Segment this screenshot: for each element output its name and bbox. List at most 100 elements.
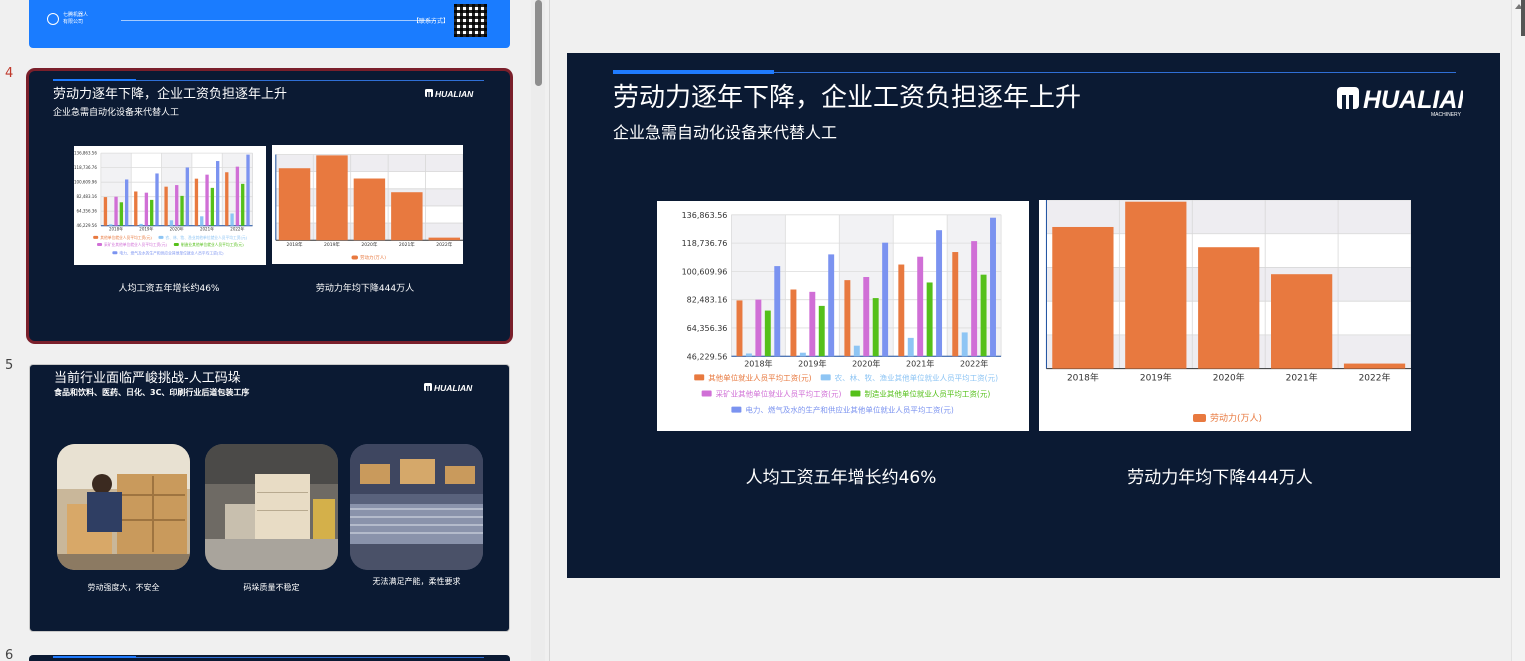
y-tick-label: 100,609.96: [74, 180, 97, 185]
bar: [175, 185, 179, 226]
bar: [917, 256, 924, 357]
slide-number: 6: [5, 648, 14, 661]
x-tick-label: 2022年: [436, 241, 452, 248]
bar: [961, 332, 968, 357]
bar: [205, 174, 209, 226]
bar: [990, 217, 996, 357]
legend-swatch: [93, 235, 99, 239]
bar: [736, 300, 743, 357]
slide-thumbnail-6[interactable]: [29, 655, 510, 661]
legend-swatch: [731, 406, 742, 413]
photo-conveyor-line: [350, 444, 483, 570]
legend-label: 劳动力(万人): [1210, 412, 1262, 424]
slide-subtitle[interactable]: 企业急需自动化设备来代替人工: [613, 119, 837, 143]
slide-thumbnail-3[interactable]: 七腾机器人 有限公司 【联系方式】: [29, 0, 510, 48]
x-tick-label: 2022年: [230, 226, 244, 232]
legend-label: 制造业其他单位就业人员平均工资(元): [864, 389, 990, 399]
caption-wage-growth[interactable]: 人均工资五年增长约46%: [721, 463, 961, 488]
x-tick-label: 2021年: [200, 226, 214, 232]
hualian-logo-icon: HUALIAN MACHINERY: [1337, 86, 1463, 118]
bar: [109, 224, 113, 226]
bar: [774, 266, 781, 357]
thumbnail-scrollbar-thumb[interactable]: [535, 0, 542, 86]
legend-label: 其他单位就业人员平均工资(元): [708, 372, 811, 382]
legend-label: 电力、燃气及水的生产和供应业其他单位就业人员平均工资(元): [119, 250, 224, 255]
y-tick-label: 136,863.56: [74, 151, 97, 156]
bar: [809, 291, 816, 357]
slide-canvas[interactable]: 劳动力逐年下降，企业工资负担逐年上升 企业急需自动化设备来代替人工 HUALIA…: [567, 53, 1500, 578]
y-tick-label: 46,229.56: [77, 223, 98, 228]
bar: [898, 264, 905, 357]
pane-splitter[interactable]: [549, 0, 550, 661]
footer-contact: 【联系方式】: [413, 18, 450, 25]
x-tick-label: 2020年: [361, 241, 377, 248]
bar: [119, 202, 124, 226]
bar: [828, 254, 835, 357]
x-tick-label: 2022年: [960, 358, 988, 368]
x-tick-label: 2020年: [1213, 372, 1245, 384]
slide-number: 5: [5, 358, 14, 373]
legend-swatch: [351, 255, 358, 260]
bar: [1125, 201, 1187, 369]
legend-swatch: [850, 390, 861, 397]
thumbnail-caption-wage: 人均工资五年增长约46%: [118, 284, 220, 294]
bar: [139, 223, 143, 226]
bar: [818, 305, 825, 357]
bar: [1271, 274, 1333, 369]
bar: [971, 241, 978, 357]
y-tick-label: 82,483.16: [77, 194, 98, 199]
slide-scrollbar-thumb[interactable]: [1521, 0, 1525, 36]
bar: [278, 168, 311, 241]
bar: [216, 161, 220, 226]
wage-bar-chart[interactable]: 46,229.56 64,356.36 82,483.16 100,609.96 118…: [657, 201, 1029, 431]
y-tick-label: 118,736.76: [682, 239, 728, 248]
bar: [863, 277, 870, 357]
thumbnail-scrollbar[interactable]: [531, 0, 545, 661]
bar: [185, 167, 190, 226]
legend-label: 采矿业其他单位就业人员平均工资(元): [104, 242, 167, 247]
x-tick-label: 2019年: [324, 241, 340, 248]
x-tick-label: 2021年: [1286, 372, 1318, 384]
bar: [200, 216, 204, 226]
thumbnail-caption-1: 劳动强度大，不安全: [87, 583, 160, 592]
labor-bar-chart[interactable]: 2018年 2019年 2020年 2021年 2022年 劳动力(万人): [1039, 199, 1412, 431]
title-rule: [53, 656, 484, 658]
slide-thumbnail-5[interactable]: 当前行业面临严峻挑战-人工码垛 食品和饮料、医药、日化、3C、印刷行业后道包装工…: [29, 364, 510, 632]
photo-manual-palletizing: [57, 444, 190, 570]
legend-label: 农、林、牧、渔业其他单位就业人员平均工资(元): [165, 235, 247, 240]
bar: [428, 237, 461, 241]
bar: [225, 172, 229, 226]
y-tick-label: 64,356.36: [77, 209, 98, 214]
x-tick-label: 2018年: [287, 241, 303, 248]
slide-title[interactable]: 劳动力逐年下降，企业工资负担逐年上升: [613, 77, 1081, 114]
thumbnail-title: 劳动力逐年下降，企业工资负担逐年上升: [53, 87, 288, 102]
bar: [907, 337, 914, 357]
bar: [194, 178, 199, 226]
slide-thumbnail-pane[interactable]: 七腾机器人 有限公司 【联系方式】 4 劳动力逐年下降，企业工资负担逐年上升 企…: [0, 0, 531, 661]
bar: [134, 191, 138, 226]
bar: [391, 192, 423, 241]
footer-brand: 七腾机器人 有限公司: [63, 12, 89, 25]
thumbnail-wage-chart: 46,229.56 64,356.36 82,483.16 100,609.96 118…: [74, 146, 266, 265]
slide-thumbnail-4[interactable]: 劳动力逐年下降，企业工资负担逐年上升 企业急需自动化设备来代替人工 HUALIA…: [29, 71, 510, 341]
x-tick-label: 2021年: [906, 358, 934, 368]
svg-text:HUALIAN: HUALIAN: [435, 89, 474, 99]
x-tick-label: 2019年: [1140, 372, 1172, 384]
legend-swatch: [112, 251, 118, 255]
bar: [745, 353, 752, 357]
bar: [1198, 247, 1260, 369]
title-rule: [53, 79, 484, 81]
slide-scrollbar[interactable]: [1511, 0, 1525, 661]
thumbnail-labor-chart: 2018年 2019年 2020年 2021年 2022年 劳动力(万人): [272, 145, 464, 264]
thumbnail-caption-3: 无法满足产能，柔性要求: [372, 577, 461, 586]
bar: [150, 199, 154, 226]
caption-labor-decline[interactable]: 劳动力年均下降444万人: [1100, 463, 1340, 488]
title-rule-accent: [613, 70, 774, 74]
y-tick-label: 118,736.76: [74, 165, 97, 170]
bar: [235, 166, 240, 226]
y-tick-label: 136,863.56: [682, 211, 728, 220]
bar: [169, 220, 174, 226]
company-logo-icon: [47, 13, 59, 25]
legend-swatch: [1193, 414, 1206, 422]
legend-swatch: [701, 390, 712, 397]
